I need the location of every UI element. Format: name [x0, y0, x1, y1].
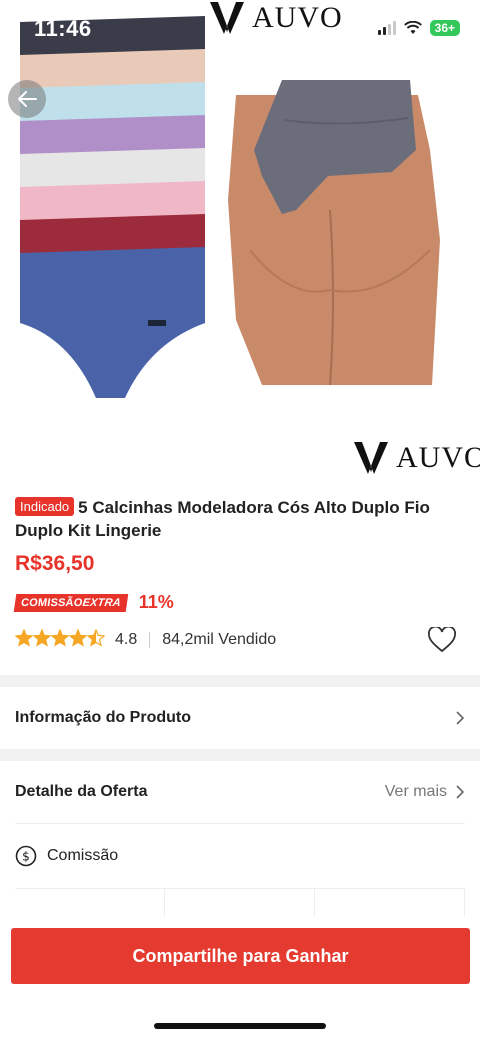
share-to-earn-button[interactable]: Compartilhe para Ganhar	[11, 928, 470, 984]
section-divider	[0, 675, 480, 687]
battery-indicator: 36+	[429, 20, 460, 36]
favorite-button[interactable]	[428, 625, 456, 658]
brand-name: AUVO	[396, 441, 480, 474]
product-info-label: Informação do Produto	[15, 709, 191, 726]
rating-row: 4.8 84,2mil Vendido	[0, 613, 480, 653]
commission-label: Comissão	[47, 847, 119, 864]
commission-row: COMISSÃOEXTRA 11%	[0, 576, 480, 613]
panty-item	[20, 247, 205, 398]
home-indicator[interactable]	[154, 1023, 326, 1029]
brand-monogram-icon	[354, 441, 388, 474]
rating-value: 4.8	[115, 631, 138, 648]
wifi-icon	[403, 21, 422, 34]
product-photo	[20, 16, 440, 398]
product-info-row[interactable]: Informação do Produto	[0, 687, 480, 749]
commission-extra-tag: COMISSÃOEXTRA	[13, 593, 129, 612]
section-divider	[0, 749, 480, 761]
commission-section: $ Comissão	[0, 824, 480, 888]
arrow-left-icon	[18, 91, 37, 107]
product-title-row: Indicado 5 Calcinhas Modeladora Cós Alto …	[0, 490, 480, 542]
product-price: R$36,50	[15, 552, 95, 575]
recommended-badge: Indicado	[15, 497, 75, 516]
chevron-right-icon	[456, 711, 465, 725]
status-bar: 11:46 36+	[0, 0, 480, 56]
svg-text:$: $	[22, 850, 30, 864]
back-button[interactable]	[8, 80, 46, 118]
product-image-gallery[interactable]: AUVO AUVO	[0, 0, 480, 490]
see-more-link[interactable]: Ver mais	[385, 783, 465, 801]
rating-stars	[14, 627, 106, 652]
commission-table	[15, 888, 465, 918]
star-icon	[68, 627, 88, 647]
divider	[149, 632, 151, 648]
offer-detail-label: Detalhe da Oferta	[15, 783, 148, 800]
signal-icon	[377, 21, 396, 35]
brand-logo-bottom: AUVO	[352, 440, 480, 476]
product-title: 5 Calcinhas Modeladora Cós Alto Duplo Fi…	[15, 498, 430, 540]
chevron-right-icon	[456, 785, 465, 799]
model-figure	[228, 80, 440, 386]
bottom-bar: Compartilhe para Ganhar	[0, 916, 480, 1038]
brand-tag	[148, 320, 166, 326]
star-icon	[50, 627, 70, 647]
dollar-circle-icon: $	[15, 845, 37, 867]
star-icon	[86, 627, 106, 647]
product-info: Indicado 5 Calcinhas Modeladora Cós Alto …	[0, 490, 480, 918]
status-time: 11:46	[34, 16, 92, 41]
star-icon	[14, 627, 34, 647]
heart-outline-icon	[428, 625, 456, 653]
star-rating-icon	[14, 627, 106, 647]
offer-detail-row[interactable]: Detalhe da Oferta Ver mais	[0, 761, 480, 823]
star-icon	[32, 627, 52, 647]
status-icons: 36+	[377, 20, 460, 36]
sold-count: 84,2mil Vendido	[162, 631, 277, 648]
see-more-label: Ver mais	[384, 783, 447, 800]
commission-percent: 11%	[138, 592, 174, 612]
